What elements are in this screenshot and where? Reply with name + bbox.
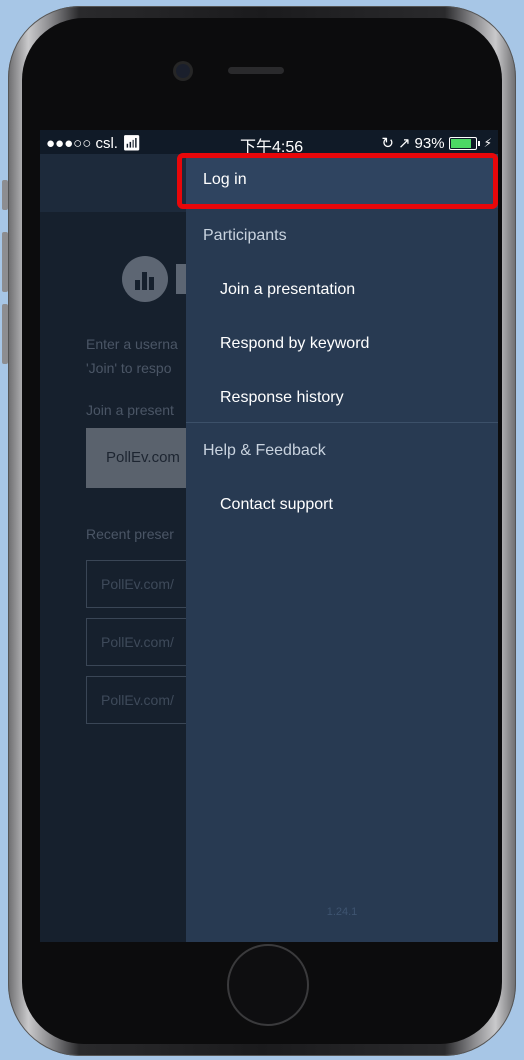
- mute-switch: [2, 180, 8, 210]
- charging-bolt-icon: ⚡︎: [483, 136, 492, 150]
- location-arrow-icon: ↗: [397, 135, 411, 152]
- join-field[interactable]: PollEv.com: [86, 428, 196, 488]
- logo-bar: [135, 280, 140, 290]
- front-camera: [176, 64, 190, 78]
- battery-icon: [448, 136, 477, 150]
- recent-item-label: PollEv.com/: [101, 692, 174, 708]
- menu-item-label: Respond by keyword: [220, 335, 370, 352]
- menu-item-label: Contact support: [220, 496, 333, 513]
- logo-bar: [149, 277, 154, 290]
- screen: ●●●○○ csl. 📶︎ 下午4:56 ↻ ↗ 93% ⚡︎ Enter a …: [40, 130, 498, 942]
- menu-item-label: Join a presentation: [220, 281, 356, 298]
- recent-item-label: PollEv.com/: [101, 634, 174, 650]
- app-version: 1.24.1: [326, 906, 358, 918]
- respond-by-keyword-menu-item[interactable]: Respond by keyword: [186, 318, 498, 372]
- recent-label: Recent preser: [86, 526, 174, 542]
- participants-section-header: Participants: [203, 227, 287, 244]
- status-bar: ●●●○○ csl. 📶︎ 下午4:56 ↻ ↗ 93% ⚡︎: [40, 130, 498, 156]
- instruction-text: Enter a userna: [86, 336, 178, 352]
- menu-item-label: Response history: [220, 389, 344, 406]
- recent-presentation-item[interactable]: PollEv.com/: [86, 618, 196, 666]
- join-presentation-menu-item[interactable]: Join a presentation: [186, 264, 498, 318]
- volume-up-button: [2, 232, 8, 292]
- recent-presentation-item[interactable]: PollEv.com/: [86, 676, 196, 724]
- menu-divider: [186, 422, 498, 423]
- highlight-box: [177, 153, 498, 209]
- response-history-menu-item[interactable]: Response history: [186, 372, 498, 426]
- recent-item-label: PollEv.com/: [101, 576, 174, 592]
- instruction-text: 'Join' to respo: [86, 360, 172, 376]
- battery-tip: [477, 140, 480, 146]
- volume-down-button: [2, 304, 8, 364]
- help-feedback-section-header: Help & Feedback: [203, 442, 326, 459]
- battery-fill: [450, 138, 471, 148]
- join-field-value: PollEv.com: [106, 449, 180, 466]
- earpiece-speaker: [228, 67, 284, 74]
- navigation-drawer: Log in Participants Join a presentation …: [186, 154, 498, 942]
- home-button[interactable]: [227, 944, 309, 1026]
- status-right: ↻ ↗ 93% ⚡︎: [381, 134, 492, 153]
- recent-presentation-item[interactable]: PollEv.com/: [86, 560, 196, 608]
- battery-percent: 93%: [414, 134, 445, 152]
- wifi-icon: 📶︎: [122, 135, 142, 152]
- rotation-lock-icon: ↻: [381, 135, 394, 152]
- join-label: Join a present: [86, 402, 174, 418]
- carrier-label: ●●●○○ csl.: [46, 135, 118, 152]
- contact-support-menu-item[interactable]: Contact support: [186, 479, 498, 533]
- poll-everywhere-logo-icon: [122, 256, 168, 302]
- carrier-signal: ●●●○○ csl. 📶︎: [46, 134, 141, 152]
- logo-bar: [142, 272, 147, 290]
